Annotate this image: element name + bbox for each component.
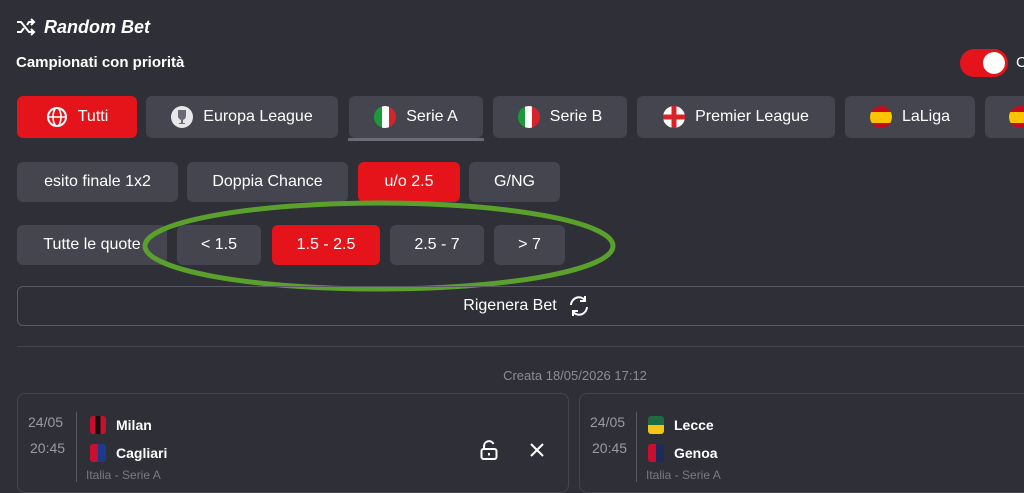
league-chip-label: Premier League — [695, 108, 809, 125]
home-team-name: Lecce — [674, 417, 714, 433]
match-time: 20:45 — [592, 440, 628, 456]
header: Random Bet — [16, 14, 150, 40]
priority-toggle[interactable] — [960, 49, 1008, 77]
market-1x2-button[interactable]: esito finale 1x2 — [17, 162, 178, 202]
league-chip-premier-league[interactable]: Premier League — [637, 96, 835, 138]
separator — [636, 412, 637, 482]
cagliari-crest-icon — [90, 444, 106, 462]
match-card: 24/05 20:45 Lecce Genoa Italia - Serie A — [579, 393, 1024, 493]
italy-flag-icon — [517, 106, 540, 128]
page-title: Random Bet — [44, 16, 151, 37]
away-team-name: Cagliari — [116, 445, 168, 461]
home-team: Milan — [90, 416, 152, 434]
regenerate-button[interactable]: Rigenera Bet — [17, 286, 1024, 326]
league-chip-label: Europa League — [203, 108, 313, 125]
highlight-ellipse — [142, 200, 616, 292]
separator — [76, 412, 77, 482]
italy-flag-icon — [374, 106, 397, 128]
spain-flag-icon — [1009, 106, 1024, 128]
toggle-label-clipped: C — [1016, 54, 1024, 71]
divider — [17, 346, 1024, 347]
away-team: Cagliari — [90, 444, 167, 462]
league-chip-label: Tutti — [77, 108, 109, 125]
genoa-crest-icon — [648, 444, 664, 462]
league-chip-label: Serie A — [406, 108, 458, 125]
league-chip-label: LaLiga — [901, 108, 951, 125]
league-chip-overflow[interactable] — [985, 96, 1024, 138]
league-chip-tutti[interactable]: Tutti — [17, 96, 137, 138]
match-card: 24/05 20:45 Milan Cagliari Italia - Seri… — [17, 393, 569, 493]
match-league: Italia - Serie A — [86, 468, 161, 482]
league-chip-europa-league[interactable]: Europa League — [146, 96, 338, 138]
toggle-knob — [983, 52, 1005, 74]
home-team-name: Milan — [116, 417, 152, 433]
england-flag-icon — [663, 106, 686, 128]
unlock-icon[interactable] — [478, 439, 500, 461]
regenerate-label: Rigenera Bet — [463, 297, 557, 314]
league-chip-laliga[interactable]: LaLiga — [845, 96, 975, 138]
away-team-name: Genoa — [674, 445, 718, 461]
created-timestamp: Creata 18/05/2026 17:12 — [503, 368, 647, 383]
trophy-icon — [171, 106, 194, 128]
match-time: 20:45 — [30, 440, 66, 456]
home-team: Lecce — [648, 416, 714, 434]
globe-icon — [46, 107, 67, 127]
scroll-indicator — [348, 138, 484, 141]
spain-flag-icon — [869, 106, 892, 128]
match-date: 24/05 — [590, 414, 626, 430]
refresh-icon — [569, 296, 588, 316]
league-chip-serie-a[interactable]: Serie A — [349, 96, 483, 138]
market-gng-button[interactable]: G/NG — [469, 162, 560, 202]
milan-crest-icon — [90, 416, 106, 434]
priority-label: Campionati con priorità — [16, 54, 185, 71]
away-team: Genoa — [648, 444, 718, 462]
shuffle-icon — [17, 18, 36, 36]
market-doppia-chance-button[interactable]: Doppia Chance — [187, 162, 348, 202]
league-chip-label: Serie B — [549, 108, 603, 125]
league-chip-serie-b[interactable]: Serie B — [493, 96, 627, 138]
lecce-crest-icon — [648, 416, 664, 434]
market-uo-button[interactable]: u/o 2.5 — [358, 162, 460, 202]
match-date: 24/05 — [28, 414, 64, 430]
match-league: Italia - Serie A — [646, 468, 721, 482]
close-icon[interactable] — [526, 439, 548, 461]
